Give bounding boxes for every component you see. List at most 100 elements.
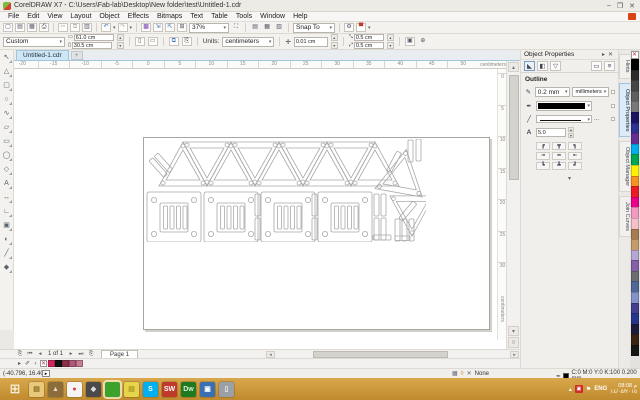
- nudge-field[interactable]: 0.01 cm: [293, 36, 328, 47]
- corner-style-button[interactable]: ┓: [568, 142, 582, 150]
- taskbar-app-modeling-app[interactable]: ▲: [48, 381, 63, 397]
- miter-limit-field[interactable]: 5.0: [536, 128, 566, 137]
- hidden-icons-button[interactable]: ▴: [569, 386, 572, 393]
- docker-tab-hints[interactable]: Hints: [619, 54, 630, 79]
- tool-ellipse[interactable]: ◯: [1, 150, 12, 161]
- no-color-swatch[interactable]: [631, 51, 639, 59]
- outline-units-combo[interactable]: millimeters ▾: [572, 87, 610, 97]
- portrait-button[interactable]: ▯: [134, 37, 145, 46]
- duplicate-spin-up[interactable]: ▴: [386, 34, 394, 41]
- add-button[interactable]: ⊕: [418, 37, 428, 46]
- nudge-spin-down[interactable]: ▾: [330, 42, 338, 49]
- color-swatch[interactable]: [48, 360, 55, 367]
- minimize-button[interactable]: –: [607, 2, 611, 10]
- menu-bitmaps[interactable]: Bitmaps: [153, 13, 186, 20]
- color-swatch[interactable]: [631, 323, 639, 335]
- taskbar-app-hardware[interactable]: ▯: [219, 381, 234, 397]
- taskbar-clock[interactable]: 08:08 م ١٤/٠٥/٢٠١٥: [610, 383, 637, 395]
- tool-interactive-fill[interactable]: ◆: [1, 262, 12, 273]
- object-details-icon[interactable]: ▸: [42, 370, 50, 377]
- tool-artistic-media[interactable]: ▱: [1, 122, 12, 133]
- print-button[interactable]: ⎙: [39, 23, 49, 32]
- color-swatch[interactable]: [631, 69, 639, 81]
- save-button[interactable]: ▦: [27, 23, 37, 32]
- taskbar-app-skype[interactable]: S: [143, 381, 158, 397]
- tool-freehand[interactable]: ∿: [1, 108, 12, 119]
- fill-tab-icon[interactable]: ◧: [537, 61, 548, 71]
- units-combo[interactable]: centimeters ▾: [222, 36, 275, 47]
- page-size-preset-combo[interactable]: Custom ▾: [3, 36, 65, 47]
- tool-shape[interactable]: △: [1, 66, 12, 77]
- color-swatch[interactable]: [631, 111, 639, 123]
- docker-tab-object-properties[interactable]: Object Properties: [619, 82, 630, 138]
- restore-button[interactable]: ❐: [617, 2, 623, 10]
- line-style-combo[interactable]: ▾: [536, 115, 592, 123]
- tool-transparency[interactable]: ◐: [1, 234, 12, 245]
- color-swatch[interactable]: [631, 164, 639, 176]
- menu-table[interactable]: Table: [207, 13, 232, 20]
- menu-window[interactable]: Window: [256, 13, 289, 20]
- color-swatch[interactable]: [631, 143, 639, 155]
- tool-color-eyedropper[interactable]: ╱: [1, 248, 12, 259]
- scroll-right-arrow[interactable]: ▸: [510, 351, 519, 358]
- tool-parallel-dimension[interactable]: ↔: [1, 192, 12, 203]
- add-page-icon[interactable]: ⎘: [16, 351, 24, 358]
- redo-button[interactable]: ↷: [117, 23, 128, 32]
- eyedropper-icon[interactable]: ✐: [24, 360, 31, 367]
- color-swatch[interactable]: [631, 334, 639, 346]
- new-document-button[interactable]: ▢: [3, 23, 13, 32]
- corner-style-button[interactable]: ┛: [568, 162, 582, 170]
- color-swatch[interactable]: [631, 302, 639, 314]
- menu-edit[interactable]: Edit: [23, 13, 43, 20]
- zoom-level-combo[interactable]: 37% ▾: [189, 22, 230, 33]
- export-button[interactable]: ⇱: [165, 23, 176, 32]
- taskbar-app-inkscape[interactable]: ◆: [86, 381, 101, 397]
- options-button[interactable]: ⚙: [344, 23, 355, 32]
- menu-help[interactable]: Help: [289, 13, 311, 20]
- last-page-button[interactable]: ⏭: [77, 351, 85, 358]
- no-color-swatch[interactable]: [40, 360, 47, 367]
- duplicate-y-field[interactable]: 0.5 cm: [353, 42, 384, 49]
- horizontal-scrollbar[interactable]: ◂ ▸: [265, 349, 520, 358]
- row-option-checkbox[interactable]: [611, 117, 615, 121]
- corner-style-button[interactable]: ┻: [552, 162, 566, 170]
- vertical-scrollbar[interactable]: ▴ ▾ ○: [506, 61, 520, 349]
- update-alert-icon[interactable]: [628, 13, 636, 20]
- add-page-after-icon[interactable]: ⎘: [87, 351, 95, 358]
- page-width-field[interactable]: 61.0 cm: [73, 34, 114, 41]
- copy-button[interactable]: ⧉: [70, 23, 80, 32]
- page-size-spin-down[interactable]: ▾: [116, 42, 124, 49]
- import-button[interactable]: ⇲: [153, 23, 164, 32]
- scroll-down-arrow[interactable]: ▾: [508, 326, 519, 336]
- tool-zoom[interactable]: ○: [1, 94, 12, 105]
- all-pages-button[interactable]: ⧉: [168, 37, 179, 46]
- color-swatch[interactable]: [631, 196, 639, 208]
- outline-color-combo[interactable]: ▾: [536, 101, 592, 111]
- menu-layout[interactable]: Layout: [66, 13, 95, 20]
- color-swatch[interactable]: [631, 154, 639, 165]
- color-swatch[interactable]: [631, 228, 639, 240]
- duplicate-x-field[interactable]: 0.5 cm: [353, 34, 384, 41]
- tool-pick[interactable]: ↖: [1, 52, 12, 63]
- corner-style-button[interactable]: ╼: [536, 152, 550, 160]
- color-swatch[interactable]: [631, 90, 639, 102]
- corner-style-button[interactable]: ┳: [552, 142, 566, 150]
- color-swatch[interactable]: [631, 122, 639, 134]
- horizontal-ruler[interactable]: -20 -15 -10 -5 0 5 10 15 20 25 30 35 40 45 50 centimet…: [14, 61, 520, 69]
- line-style-settings-button[interactable]: ...: [594, 116, 599, 122]
- antivirus-tray-icon[interactable]: ▣: [574, 385, 583, 393]
- treat-as-filled-button[interactable]: ▣: [404, 37, 415, 46]
- toolbar-overflow-arrow[interactable]: ▾: [368, 25, 371, 31]
- first-page-button[interactable]: ⏮: [26, 351, 34, 358]
- corner-style-button[interactable]: ╾: [568, 152, 582, 160]
- taskbar-app-chrome[interactable]: ●: [67, 381, 82, 397]
- undo-dropdown-arrow[interactable]: ▾: [113, 25, 116, 31]
- color-swatch[interactable]: [631, 207, 639, 218]
- nudge-spin-up[interactable]: ▴: [330, 34, 338, 41]
- color-swatch[interactable]: [631, 101, 639, 112]
- menu-text[interactable]: Text: [186, 13, 207, 20]
- docker-close-button[interactable]: ✕: [608, 51, 613, 58]
- docker-expand-arrow[interactable]: ▾: [521, 172, 618, 182]
- show-guidelines-button[interactable]: ▥: [274, 23, 284, 32]
- paste-button[interactable]: ▥: [82, 23, 92, 32]
